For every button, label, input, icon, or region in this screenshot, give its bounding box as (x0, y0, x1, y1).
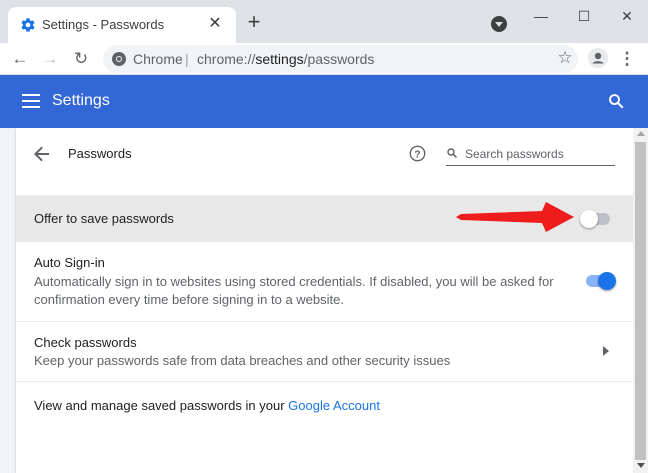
minimize-button[interactable]: — (526, 6, 556, 26)
page-scrollbar[interactable] (633, 128, 648, 473)
back-arrow-icon[interactable] (34, 146, 50, 162)
settings-header: Settings (0, 75, 648, 128)
page-title: Passwords (68, 146, 132, 161)
url-scheme: chrome:// (197, 51, 256, 67)
offer-to-save-toggle[interactable] (580, 210, 610, 228)
check-passwords-description: Keep your passwords safe from data breac… (34, 353, 451, 368)
manage-passwords-prefix: View and manage saved passwords in your (34, 398, 289, 413)
settings-gear-icon (21, 18, 35, 32)
tab-title: Settings - Passwords (42, 17, 165, 32)
close-window-button[interactable]: ✕ (612, 6, 642, 26)
omnibox-separator: | (185, 51, 189, 67)
toggle-knob (580, 210, 598, 228)
url-text: chrome://settings/passwords (197, 51, 374, 67)
auto-signin-row[interactable]: Auto Sign-in Automatically sign in to we… (16, 241, 633, 321)
back-button[interactable]: ← (8, 47, 32, 71)
browser-toolbar: ← → ↻ Chrome | chrome://settings/passwor… (0, 43, 648, 75)
search-passwords-field[interactable]: Search passwords (446, 142, 615, 166)
chrome-icon (112, 52, 126, 66)
settings-content: Passwords ? Search passwords Offer to sa… (0, 128, 633, 473)
hamburger-menu-icon[interactable] (22, 94, 40, 108)
url-path: /passwords (303, 51, 375, 67)
search-icon (447, 148, 458, 159)
scroll-thumb[interactable] (635, 142, 646, 460)
maximize-button[interactable]: ☐ (569, 6, 599, 26)
svg-text:?: ? (414, 149, 420, 160)
check-passwords-label: Check passwords (34, 335, 137, 350)
google-account-link[interactable]: Google Account (288, 398, 380, 413)
search-placeholder: Search passwords (465, 147, 564, 161)
help-icon[interactable]: ? (409, 145, 426, 162)
reload-button[interactable]: ↻ (69, 47, 93, 71)
tab-settings-passwords[interactable]: Settings - Passwords ✕ (8, 7, 236, 43)
scroll-up-icon[interactable] (637, 131, 645, 136)
scroll-down-icon[interactable] (637, 463, 645, 468)
auto-signin-description: Automatically sign in to websites using … (34, 274, 554, 307)
settings-title: Settings (52, 92, 110, 109)
tab-search-icon[interactable] (491, 16, 507, 32)
url-host: settings (255, 51, 304, 67)
omnibox-brand-label: Chrome (133, 51, 183, 67)
manage-passwords-text: View and manage saved passwords in your … (34, 398, 380, 413)
new-tab-button[interactable]: + (244, 11, 264, 33)
search-icon[interactable] (607, 92, 625, 110)
title-bar: Settings - Passwords ✕ + — ☐ ✕ (0, 0, 648, 43)
red-arrow-icon (456, 202, 574, 232)
forward-button[interactable]: → (38, 47, 62, 71)
passwords-card: Passwords ? Search passwords Offer to sa… (16, 128, 633, 473)
more-menu-icon[interactable]: ⋮ (617, 47, 637, 71)
check-passwords-row[interactable]: Check passwords Keep your passwords safe… (16, 321, 633, 381)
auto-signin-toggle[interactable] (586, 272, 616, 290)
chevron-right-icon (603, 346, 609, 356)
auto-signin-label: Auto Sign-in (34, 255, 105, 270)
tab-close-icon[interactable]: ✕ (206, 15, 224, 33)
offer-to-save-label: Offer to save passwords (34, 211, 174, 226)
manage-passwords-row: View and manage saved passwords in your … (16, 381, 633, 441)
address-bar[interactable]: Chrome | chrome://settings/passwords ☆ (103, 45, 578, 73)
profile-avatar-icon[interactable] (588, 48, 608, 68)
bookmark-star-icon[interactable]: ☆ (555, 48, 575, 68)
toggle-knob (598, 272, 616, 290)
